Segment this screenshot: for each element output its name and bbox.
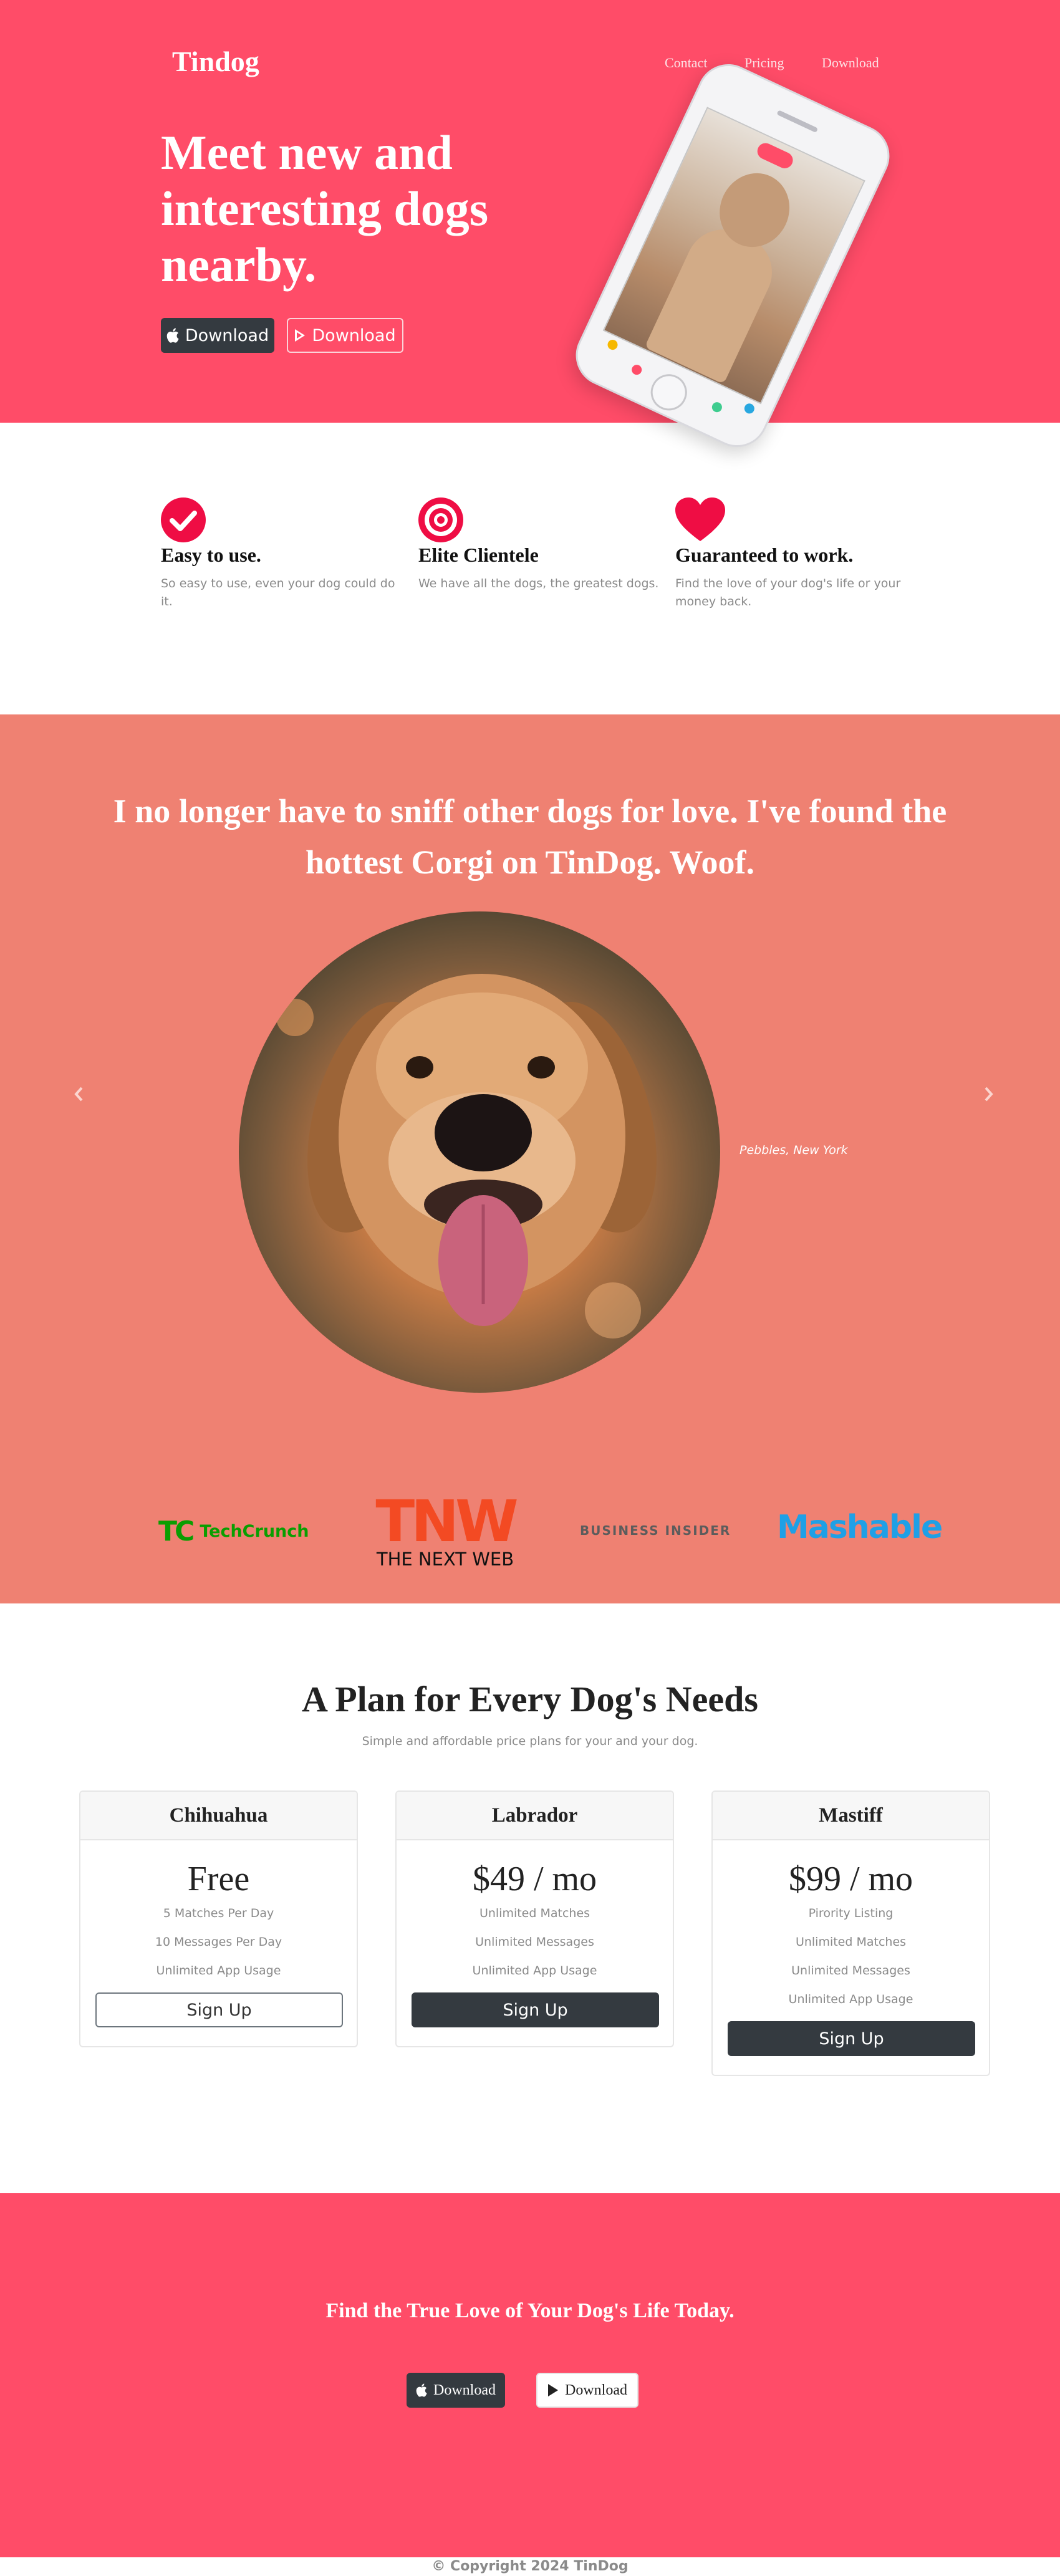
- plan-feature: Unlimited Matches: [795, 1935, 907, 1949]
- pricing-subtitle: Simple and affordable price plans for yo…: [362, 1734, 698, 1748]
- plan-feature: 5 Matches Per Day: [163, 1906, 274, 1920]
- testimonial-quote: I no longer have to sniff other dogs for…: [113, 792, 947, 881]
- phone-app-icon-star: [605, 338, 620, 352]
- pricing-title: A Plan for Every Dog's Needs: [302, 1679, 758, 1719]
- techcrunch-wordmark: TechCrunch: [200, 1521, 309, 1541]
- download-play-button[interactable]: Download: [287, 318, 403, 353]
- footer-copyright: © Copyright 2024 TinDog: [431, 2559, 629, 2574]
- techcrunch-mark: TC: [158, 1515, 195, 1547]
- sign-up-mastiff-button[interactable]: Sign Up: [728, 2021, 975, 2056]
- plan-feature: Unlimited App Usage: [156, 1964, 281, 1978]
- plan-feature: Pirority Listing: [808, 1906, 894, 1920]
- feature-text-guaranteed: Find the love of your dog's life or your…: [675, 577, 901, 608]
- plan-name: Chihuahua: [80, 1792, 357, 1840]
- heart-icon: [675, 497, 725, 541]
- cta-title: Find the True Love of Your Dog's Life To…: [325, 2299, 735, 2322]
- sign-up-chihuahua-button[interactable]: Sign Up: [95, 1992, 343, 2027]
- carousel-next-button[interactable]: [984, 1085, 994, 1107]
- plan-price: $49 / mo: [472, 1860, 597, 1898]
- apple-icon: [416, 2383, 427, 2397]
- nav-link-contact[interactable]: Contact: [665, 55, 707, 71]
- cta-download-play-button[interactable]: Download: [536, 2373, 638, 2408]
- plan-feature: Unlimited Messages: [791, 1964, 910, 1978]
- tnw-mark: TNW: [375, 1488, 518, 1555]
- dog-profile-image: [239, 911, 720, 1393]
- mashable-logo: Mashable: [777, 1509, 943, 1546]
- cta-download-apple-label: Download: [433, 2381, 496, 2398]
- bullseye-icon: [418, 497, 463, 542]
- feature-text-elite: We have all the dogs, the greatest dogs.: [418, 577, 659, 590]
- phone-speaker: [776, 110, 819, 133]
- business-insider-logo: BUSINESS INSIDER: [580, 1523, 731, 1538]
- carousel-prev-button[interactable]: [74, 1085, 84, 1107]
- cta-section: [0, 2193, 1060, 2557]
- phone-home-button: [645, 368, 693, 416]
- check-circle-icon: [161, 497, 206, 542]
- chevron-right-icon: [985, 1087, 993, 1102]
- hero-title: Meet new and interesting dogs nearby.: [161, 125, 489, 292]
- plan-name: Mastiff: [713, 1792, 989, 1840]
- plan-feature: Unlimited Messages: [475, 1935, 594, 1949]
- phone-app-icon-like: [710, 400, 724, 414]
- brand-logo[interactable]: Tindog: [172, 45, 259, 78]
- golden-retriever-illustration: [276, 974, 657, 1338]
- plan-feature: Unlimited App Usage: [788, 1992, 913, 2006]
- plan-price: $99 / mo: [788, 1860, 913, 1898]
- plan-feature: Unlimited Matches: [479, 1906, 590, 1920]
- feature-title-elite: Elite Clientele: [418, 544, 539, 566]
- feature-title-easy: Easy to use.: [161, 544, 261, 566]
- cta-download-play-label: Download: [565, 2381, 627, 2398]
- pricing-card-mastiff: Mastiff $99 / mo Pirority Listing Unlimi…: [711, 1790, 990, 2076]
- phone-app-icon-boost: [743, 401, 756, 415]
- play-store-icon: [295, 329, 306, 342]
- feature-title-guaranteed: Guaranteed to work.: [675, 544, 854, 566]
- techcrunch-logo: TC TechCrunch: [158, 1515, 309, 1547]
- phone-app-icon-nope: [630, 363, 643, 377]
- phone-app-toggle: [754, 140, 796, 171]
- feature-text-easy: So easy to use, even your dog could do i…: [161, 577, 395, 608]
- cta-download-apple-button[interactable]: Download: [407, 2373, 505, 2408]
- download-play-label: Download: [312, 325, 396, 345]
- plan-feature: 10 Messages Per Day: [155, 1935, 282, 1949]
- plan-feature: Unlimited App Usage: [472, 1964, 597, 1978]
- pricing-card-chihuahua: Chihuahua Free 5 Matches Per Day 10 Mess…: [79, 1790, 358, 2047]
- testimonial-caption: Pebbles, New York: [740, 1143, 848, 1157]
- download-apple-button[interactable]: Download: [161, 318, 274, 353]
- tnw-logo: TNW THE NEXT WEB: [364, 1488, 526, 1570]
- play-store-icon: [548, 2384, 558, 2396]
- download-apple-label: Download: [185, 325, 269, 345]
- chevron-left-icon: [74, 1087, 83, 1102]
- plan-price: Free: [187, 1860, 250, 1898]
- nav-link-pricing[interactable]: Pricing: [744, 55, 784, 71]
- pricing-card-labrador: Labrador $49 / mo Unlimited Matches Unli…: [395, 1790, 674, 2047]
- nav-link-download[interactable]: Download: [822, 55, 879, 71]
- tnw-wordmark: THE NEXT WEB: [376, 1549, 514, 1570]
- apple-icon: [166, 328, 179, 343]
- sign-up-labrador-button[interactable]: Sign Up: [412, 1992, 659, 2027]
- plan-name: Labrador: [397, 1792, 673, 1840]
